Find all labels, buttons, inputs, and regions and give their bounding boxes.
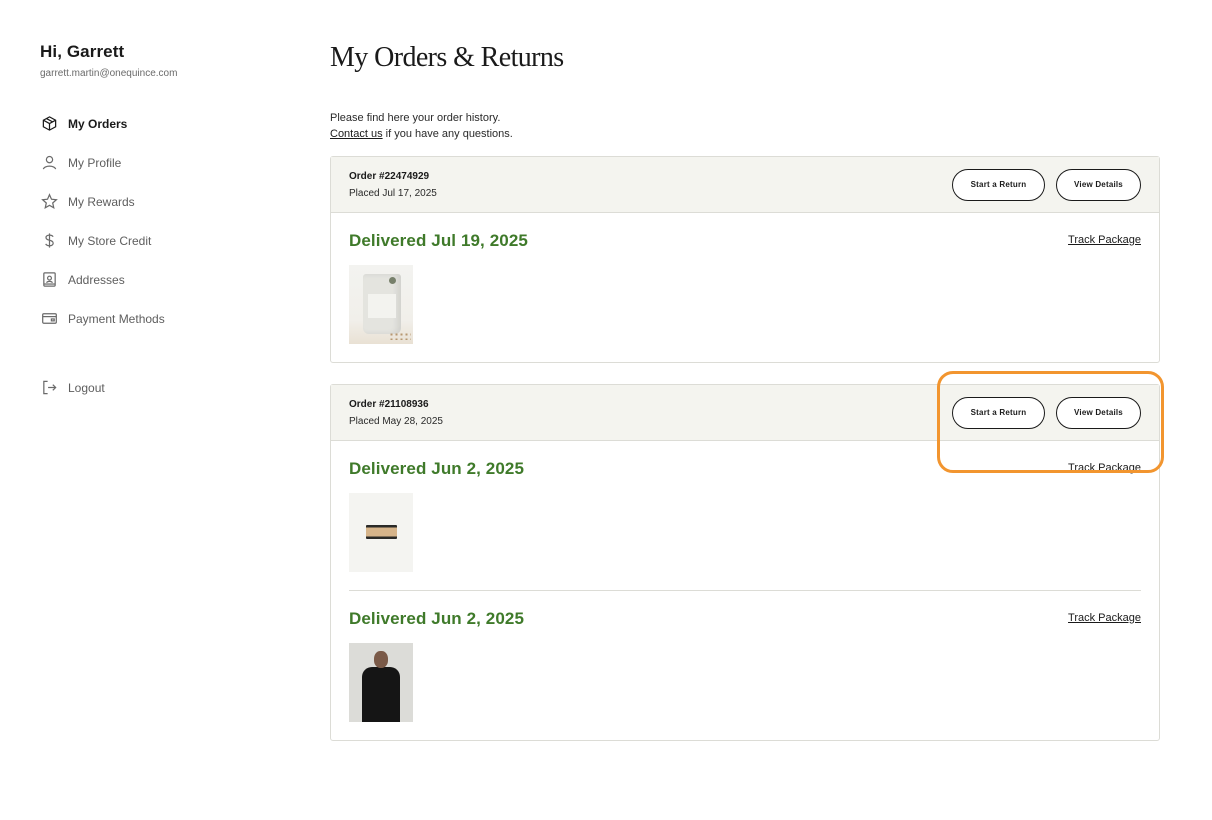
order-info: Order #22474929 Placed Jul 17, 2025 <box>349 171 437 199</box>
nav-item-label: My Store Credit <box>68 233 152 248</box>
nav-item-my-store-credit[interactable]: My Store Credit <box>40 221 280 260</box>
delivery-status: Delivered Jun 2, 2025 <box>349 459 525 478</box>
track-package-link[interactable]: Track Package <box>1068 234 1141 246</box>
credit-card-icon <box>40 310 58 328</box>
shipment-row: Delivered Jun 2, 2025 Track Package <box>349 609 1141 629</box>
nav-item-label: My Profile <box>68 155 122 170</box>
greeting: Hi, Garrett <box>40 42 125 61</box>
order-number: Order #21108936 <box>349 398 429 410</box>
nav-item-addresses[interactable]: Addresses <box>40 260 280 299</box>
nav-item-my-rewards[interactable]: My Rewards <box>40 182 280 221</box>
product-thumbnail[interactable] <box>349 643 413 722</box>
orders-main: My Orders & Returns Please find here you… <box>330 42 1160 741</box>
product-thumbnail[interactable] <box>349 265 413 344</box>
nav-item-label: My Rewards <box>68 194 135 209</box>
nav-item-label: My Orders <box>68 116 128 131</box>
start-return-button[interactable]: Start a Return <box>952 168 1045 201</box>
contact-us-link[interactable]: Contact us <box>330 128 383 140</box>
account-sidebar: Hi, Garrett garrett.martin@onequince.com… <box>40 42 280 407</box>
track-package-link[interactable]: Track Package <box>1068 462 1141 474</box>
address-book-icon <box>40 271 58 289</box>
track-package-link[interactable]: Track Package <box>1068 612 1141 624</box>
user-icon <box>40 154 58 172</box>
order-header: Order #22474929 Placed Jul 17, 2025 Star… <box>331 157 1159 213</box>
order-header: Order #21108936 Placed May 28, 2025 Star… <box>331 385 1159 441</box>
shipment: Delivered Jul 19, 2025 Track Package <box>331 213 1159 362</box>
order-card: Order #22474929 Placed Jul 17, 2025 Star… <box>330 156 1160 363</box>
nav-item-logout[interactable]: Logout <box>40 368 280 407</box>
shipment: Delivered Jun 2, 2025 Track Package <box>349 590 1141 740</box>
star-icon <box>40 193 58 211</box>
nav-item-label: Addresses <box>68 272 125 287</box>
view-details-button[interactable]: View Details <box>1056 396 1141 429</box>
order-placed-date: Placed May 28, 2025 <box>349 415 443 427</box>
nav-item-label: Logout <box>68 380 105 395</box>
shipment: Delivered Jun 2, 2025 Track Package <box>331 441 1159 590</box>
coffee-bag-image <box>363 274 401 334</box>
order-actions: Start a Return View Details <box>952 168 1141 201</box>
intro-line: Please find here your order history. <box>330 112 501 124</box>
nav-item-my-orders[interactable]: My Orders <box>40 104 280 143</box>
intro-text: Please find here your order history. Con… <box>330 110 1160 142</box>
dollar-icon <box>40 232 58 250</box>
nav-item-my-profile[interactable]: My Profile <box>40 143 280 182</box>
view-details-button[interactable]: View Details <box>1056 168 1141 201</box>
nav-item-payment-methods[interactable]: Payment Methods <box>40 299 280 338</box>
product-thumbnail[interactable] <box>349 493 413 572</box>
account-nav: My Orders My Profile My Rewards My Store… <box>40 104 280 407</box>
wood-block-image <box>366 525 397 539</box>
shipment-row: Delivered Jun 2, 2025 Track Package <box>349 459 1141 479</box>
order-number: Order #22474929 <box>349 170 430 182</box>
logout-icon <box>40 379 58 397</box>
intro-contact-rest: if you have any questions. <box>382 128 513 140</box>
order-card: Order #21108936 Placed May 28, 2025 Star… <box>330 384 1160 741</box>
black-sweater-image <box>362 667 400 722</box>
box-icon <box>40 115 58 133</box>
user-email: garrett.martin@onequince.com <box>40 68 178 79</box>
shipment-row: Delivered Jul 19, 2025 Track Package <box>349 231 1141 251</box>
delivery-status: Delivered Jun 2, 2025 <box>349 609 525 628</box>
page-title: My Orders & Returns <box>330 42 564 73</box>
nav-item-label: Payment Methods <box>68 311 165 326</box>
order-placed-date: Placed Jul 17, 2025 <box>349 187 437 199</box>
delivery-status: Delivered Jul 19, 2025 <box>349 231 528 250</box>
start-return-button[interactable]: Start a Return <box>952 396 1045 429</box>
order-actions: Start a Return View Details <box>952 396 1141 429</box>
order-info: Order #21108936 Placed May 28, 2025 <box>349 399 443 427</box>
intro-contact-line: Contact us if you have any questions. <box>330 126 1160 142</box>
